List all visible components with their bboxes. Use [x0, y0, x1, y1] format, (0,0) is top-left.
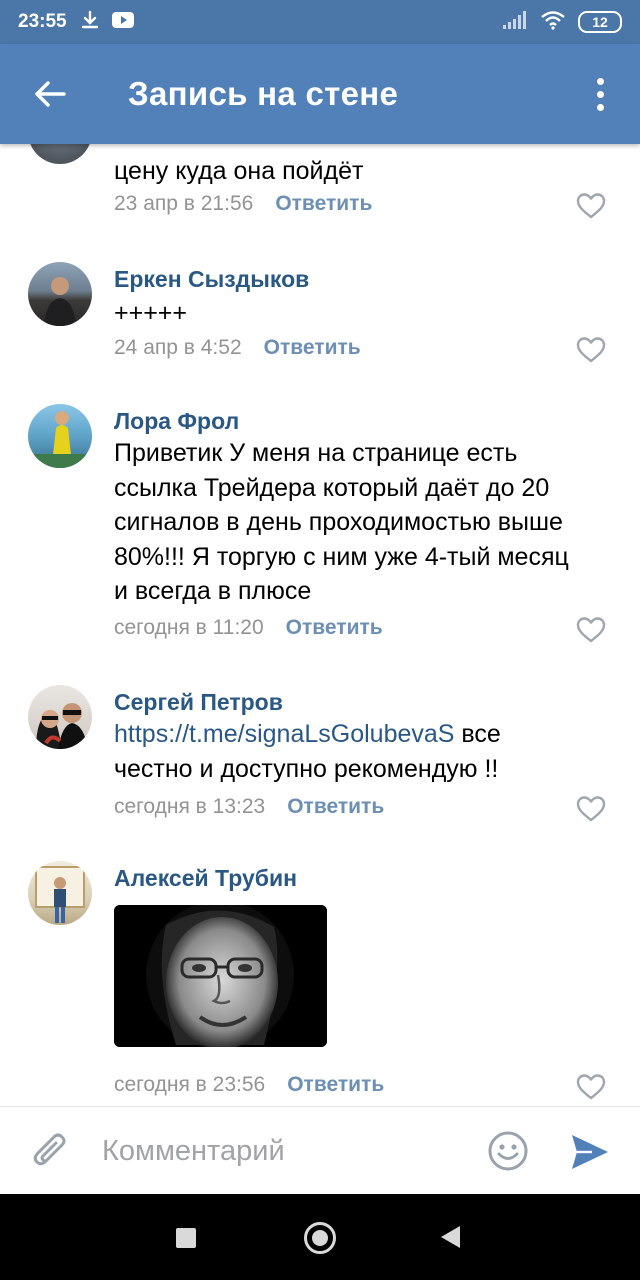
avatar[interactable]	[28, 861, 92, 925]
comment-item: Алексей Трубин сегодня в 23:56 Ответить	[0, 861, 640, 1106]
comment-author[interactable]: Лора Фрол	[114, 408, 239, 435]
heart-icon[interactable]	[576, 616, 606, 644]
reply-button[interactable]: Ответить	[286, 616, 383, 640]
status-bar: 23:55 12	[0, 0, 640, 44]
more-vertical-icon	[596, 77, 604, 85]
wifi-icon	[540, 10, 566, 35]
comment-link[interactable]: https://t.me/signaLsGolubevaS	[114, 720, 454, 748]
avatar[interactable]	[28, 262, 92, 326]
comment-author[interactable]: Алексей Трубин	[114, 865, 297, 892]
reply-button[interactable]: Ответить	[287, 795, 384, 819]
heart-icon[interactable]	[576, 1073, 606, 1101]
arrow-left-icon	[35, 81, 66, 107]
comment-date: 24 апр в 4:52	[114, 336, 242, 359]
send-icon[interactable]	[570, 1133, 610, 1171]
app-bar: Запись на стене	[0, 44, 640, 144]
comment-item: Сергей Петров https://t.me/signaLsGolube…	[0, 685, 640, 835]
comment-item: цену куда она пойдёт 23 апр в 21:56 Отве…	[0, 144, 640, 244]
comment-text: цену куда она пойдёт	[114, 157, 364, 185]
reply-button[interactable]: Ответить	[264, 336, 361, 360]
comment-item: Лора Фрол Приветик У меня на странице ес…	[0, 404, 640, 644]
smiley-icon[interactable]	[486, 1129, 530, 1173]
download-icon	[79, 9, 101, 36]
more-menu-button[interactable]	[560, 44, 640, 144]
comment-text: Приветик У меня на странице есть ссылка …	[114, 439, 569, 605]
avatar[interactable]	[28, 144, 92, 164]
photo-attachment[interactable]	[114, 905, 327, 1047]
heart-icon[interactable]	[576, 336, 606, 364]
comment-input[interactable]: Комментарий	[102, 1135, 285, 1168]
heart-icon[interactable]	[576, 192, 606, 220]
youtube-icon	[111, 10, 135, 35]
comment-text: +++++	[114, 299, 187, 327]
status-time: 23:55	[18, 11, 67, 32]
battery-icon: 12	[578, 11, 622, 33]
heart-icon[interactable]	[576, 795, 606, 823]
comment-date: сегодня в 13:23	[114, 795, 266, 818]
back-button[interactable]	[0, 44, 100, 144]
avatar[interactable]	[28, 685, 92, 749]
home-icon[interactable]	[304, 1222, 336, 1254]
comment-text: https://t.me/signaLsGolubevaS все честно…	[114, 720, 501, 783]
reply-button[interactable]: Ответить	[287, 1073, 384, 1097]
comment-date: сегодня в 11:20	[114, 616, 264, 639]
back-icon[interactable]	[438, 1224, 462, 1250]
comment-item: Еркен Сыздыков +++++ 24 апр в 4:52 Ответ…	[0, 262, 640, 382]
comment-date: сегодня в 23:56	[114, 1073, 266, 1096]
reply-button[interactable]: Ответить	[275, 192, 372, 216]
comment-date: 23 апр в 21:56	[114, 192, 254, 215]
paperclip-icon[interactable]	[30, 1129, 70, 1173]
comment-author[interactable]: Еркен Сыздыков	[114, 266, 309, 293]
comment-composer: Комментарий	[0, 1106, 640, 1194]
comment-author[interactable]: Сергей Петров	[114, 689, 283, 716]
signal-icon	[502, 10, 528, 35]
comment-list[interactable]: цену куда она пойдёт 23 апр в 21:56 Отве…	[0, 144, 640, 1106]
system-nav-bar	[0, 1194, 640, 1280]
page-title: Запись на стене	[128, 75, 399, 112]
recents-icon[interactable]	[176, 1228, 196, 1248]
avatar[interactable]	[28, 404, 92, 468]
